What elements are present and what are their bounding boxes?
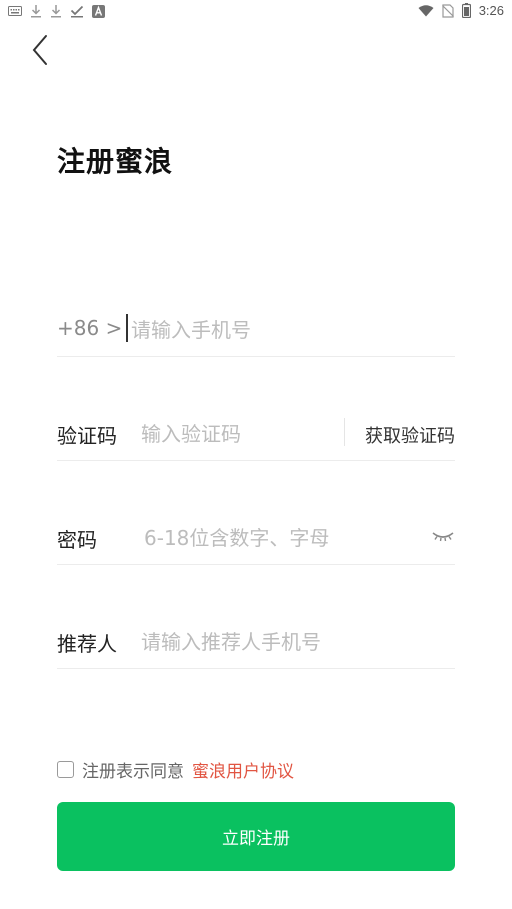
status-time: 3:26: [478, 3, 504, 18]
status-bar-left: [8, 4, 105, 18]
phone-input[interactable]: [129, 312, 453, 348]
keyboard-icon: [8, 6, 22, 16]
page-title: 注册蜜浪: [57, 145, 174, 178]
verification-code-label: 验证码: [57, 424, 117, 448]
no-sim-icon: [441, 3, 454, 18]
password-row: 密码: [57, 510, 455, 565]
phone-row: +86 >: [57, 302, 455, 357]
download-icon: [50, 4, 62, 18]
download-icon: [30, 4, 42, 18]
verification-code-row: 验证码 获取验证码: [57, 406, 455, 461]
chevron-left-icon: [32, 35, 47, 65]
referrer-label: 推荐人: [57, 632, 117, 656]
get-code-button[interactable]: 获取验证码: [365, 422, 455, 448]
check-icon: [70, 4, 84, 18]
verification-code-input[interactable]: [139, 416, 343, 452]
referrer-input[interactable]: [139, 624, 453, 660]
password-input[interactable]: [142, 520, 426, 556]
password-label: 密码: [57, 528, 97, 552]
divider: [344, 418, 345, 446]
battery-icon: [461, 3, 471, 18]
country-code-selector[interactable]: +86 >: [57, 316, 122, 340]
agreement-text: 注册表示同意: [82, 761, 184, 782]
agreement-checkbox[interactable]: [57, 760, 74, 778]
eye-closed-icon[interactable]: [431, 528, 455, 544]
a-app-icon: [92, 4, 105, 18]
referrer-row: 推荐人: [57, 614, 455, 669]
status-bar: 3:26: [0, 0, 512, 22]
register-button[interactable]: 立即注册: [57, 802, 455, 871]
back-button[interactable]: [28, 32, 56, 68]
text-caret: [126, 314, 128, 342]
user-agreement-link[interactable]: 蜜浪用户协议: [192, 757, 294, 782]
wifi-icon: [418, 4, 434, 17]
status-bar-right: 3:26: [418, 3, 504, 18]
agreement-row: 注册表示同意 蜜浪用户协议: [57, 757, 294, 782]
